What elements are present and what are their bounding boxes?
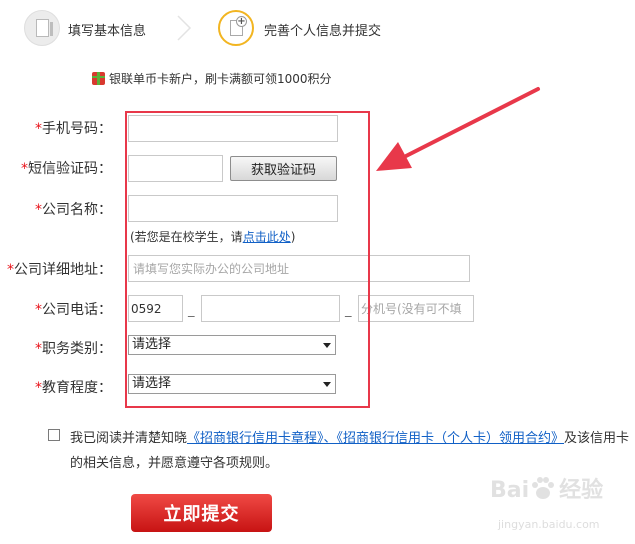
submit-button[interactable]: 立即提交 — [131, 494, 272, 532]
step-2-label: 完善个人信息并提交 — [264, 24, 382, 39]
step-1-label: 填写基本信息 — [68, 24, 147, 39]
company-name-label: *公司名称： — [35, 202, 112, 218]
gift-icon — [92, 72, 105, 85]
extension-input[interactable] — [358, 295, 474, 322]
agreement-text: 我已阅读并清楚知晓《招商银行信用卡章程》、《招商银行信用卡（个人卡）领用合约》及… — [70, 431, 630, 471]
sms-code-label: *短信验证码： — [21, 161, 112, 177]
promo-banner: 银联单币卡新户，刷卡满额可领1000积分 — [92, 70, 332, 87]
job-type-label: *职务类别： — [35, 341, 112, 357]
baidu-watermark: Bai 经验 jingyan.baidu.com — [490, 472, 630, 542]
watermark-url: jingyan.baidu.com — [498, 518, 600, 531]
chevron-right-icon — [177, 15, 192, 41]
company-address-label: *公司详细地址： — [7, 262, 112, 278]
agree-checkbox[interactable] — [48, 429, 60, 441]
document-icon — [24, 10, 60, 46]
annotation-arrow-icon — [376, 87, 540, 171]
mobile-label: *手机号码： — [35, 121, 112, 137]
highlight-box — [125, 111, 370, 408]
education-label: *教育程度： — [35, 380, 112, 396]
promo-text: 银联单币卡新户，刷卡满额可领1000积分 — [109, 72, 332, 86]
company-phone-label: *公司电话： — [35, 302, 112, 318]
document-add-icon: + — [218, 10, 254, 46]
agreement-link[interactable]: 《招商银行信用卡章程》、《招商银行信用卡（个人卡）领用合约》 — [187, 431, 564, 446]
progress-steps: 填写基本信息 + 完善个人信息并提交 — [0, 0, 635, 58]
paw-icon — [532, 477, 554, 499]
